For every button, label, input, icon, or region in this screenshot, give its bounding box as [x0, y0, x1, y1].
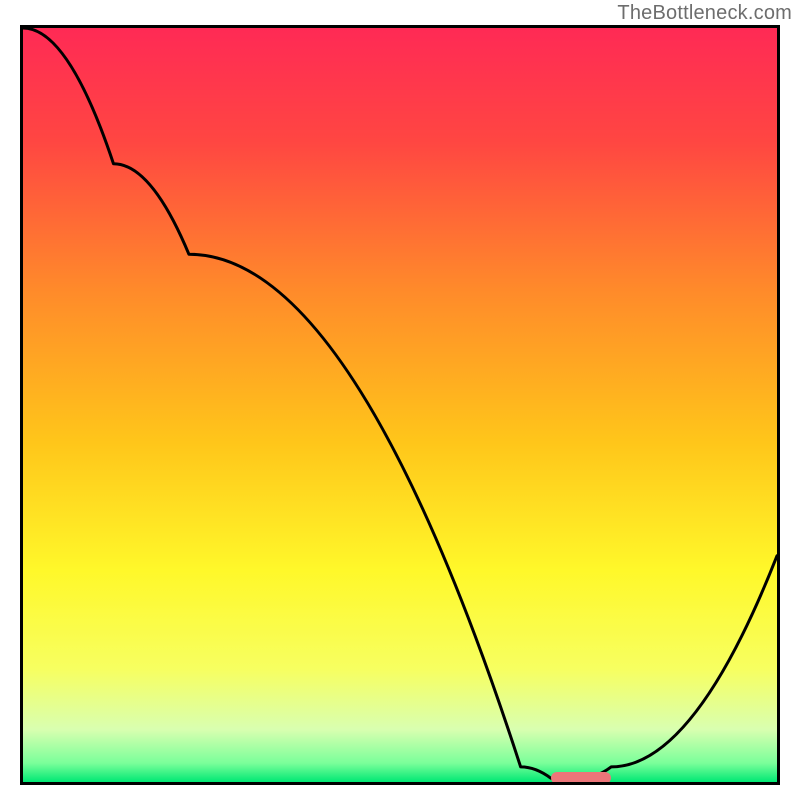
chart-line-series [23, 28, 777, 782]
chart-plot-area [20, 25, 780, 785]
chart-container: TheBottleneck.com [0, 0, 800, 800]
watermark-label: TheBottleneck.com [617, 2, 792, 25]
optimal-range-marker [551, 772, 611, 784]
